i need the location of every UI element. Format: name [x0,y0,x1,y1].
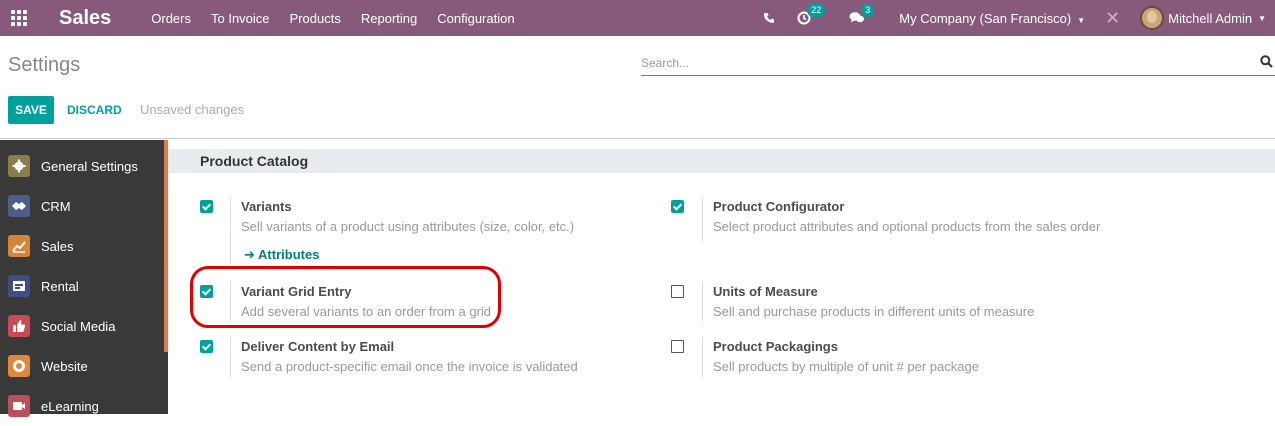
caret-down-icon: ▼ [1258,13,1266,23]
avatar [1140,6,1165,30]
menu-orders[interactable]: Orders [151,11,191,26]
company-switcher[interactable]: My Company (San Francisco) ▼ [899,11,1085,26]
sidebar-item-general-settings[interactable]: General Settings [0,146,164,186]
sidebar-item-label: Sales [41,238,74,254]
company-name: My Company (San Francisco) [899,10,1072,26]
deliver-content-checkbox[interactable] [200,340,213,353]
setting-title: Units of Measure [713,284,818,299]
sidebar-item-label: CRM [41,198,71,214]
thumbs-up-icon [8,315,30,337]
sidebar-item-sales[interactable]: Sales [0,226,164,266]
setting-title: Product Packagings [713,339,838,354]
section-header: Product Catalog [168,149,1275,173]
divider [230,197,231,265]
attributes-link[interactable]: ➔ Attributes [244,247,319,263]
menu-configuration[interactable]: Configuration [437,11,514,26]
unsaved-status: Unsaved changes [140,102,245,117]
sidebar-item-social-media[interactable]: Social Media [0,306,164,346]
divider [702,282,703,322]
setting-description: Sell and purchase products in different … [713,304,1035,319]
apps-menu-icon[interactable] [9,8,29,28]
divider [230,337,231,377]
sidebar-item-label: General Settings [41,158,138,174]
search-icon[interactable] [1260,55,1273,73]
sidebar-item-label: eLearning [41,398,99,414]
main-menu: Orders To Invoice Products Reporting Con… [151,11,534,26]
sidebar-item-crm[interactable]: CRM [0,186,164,226]
menu-to-invoice[interactable]: To Invoice [211,11,270,26]
rental-icon [8,275,30,297]
section-title: Product Catalog [200,153,309,169]
search-bar [641,54,1275,76]
user-menu[interactable]: Mitchell Admin ▼ [1140,6,1266,30]
units-of-measure-checkbox[interactable] [671,285,684,298]
variants-checkbox[interactable] [200,200,213,213]
setting-description: Send a product-specific email once the i… [241,359,578,374]
search-input[interactable] [641,54,1241,70]
annotation-highlight [190,266,501,328]
caret-down-icon: ▼ [1077,15,1086,25]
control-panel: Settings SAVE DISCARD Unsaved changes [0,36,1275,139]
setting-title: Product Configurator [713,199,845,214]
setting-description: Sell products by multiple of unit # per … [713,359,979,374]
settings-content: Product Catalog Variants Sell variants o… [168,140,1275,414]
menu-products[interactable]: Products [290,11,341,26]
divider [702,337,703,377]
globe-icon [8,355,30,377]
chart-icon [8,235,30,257]
menu-reporting[interactable]: Reporting [361,11,417,26]
phone-icon[interactable] [763,12,775,24]
setting-title: Deliver Content by Email [241,339,395,354]
product-configurator-checkbox[interactable] [671,200,684,213]
divider [702,197,703,241]
top-navbar: Sales Orders To Invoice Products Reporti… [0,0,1275,36]
sidebar-item-label: Social Media [41,318,116,334]
page-title: Settings [8,54,81,76]
setting-description: Sell variants of a product using attribu… [241,219,575,234]
navbar-systray: 22 3 My Company (San Francisco) ▼ ✕ Mitch… [763,0,1275,36]
messages-icon[interactable]: 3 [849,4,875,25]
save-button[interactable]: SAVE [8,96,54,124]
arrow-right-icon: ➔ [244,247,255,262]
debug-tools-icon[interactable]: ✕ [1105,8,1120,29]
activities-badge: 22 [807,4,826,17]
setting-title: Variants [241,199,292,214]
sidebar-item-elearning[interactable]: eLearning [0,386,164,426]
messages-badge: 3 [861,4,875,17]
setting-description: Select product attributes and optional p… [713,219,1101,234]
product-packagings-checkbox[interactable] [671,340,684,353]
gear-icon [8,155,30,177]
sidebar-item-label: Rental [41,278,79,294]
sidebar-item-label: Website [41,358,88,374]
discard-button[interactable]: DISCARD [67,103,122,117]
app-brand[interactable]: Sales [59,7,111,30]
activities-icon[interactable]: 22 [797,4,826,25]
user-name: Mitchell Admin [1168,10,1253,26]
sidebar-item-rental[interactable]: Rental [0,266,164,306]
sidebar-item-website[interactable]: Website [0,346,164,386]
handshake-icon [8,195,30,217]
settings-sidebar: General Settings CRM Sales Rental Social… [0,140,168,417]
